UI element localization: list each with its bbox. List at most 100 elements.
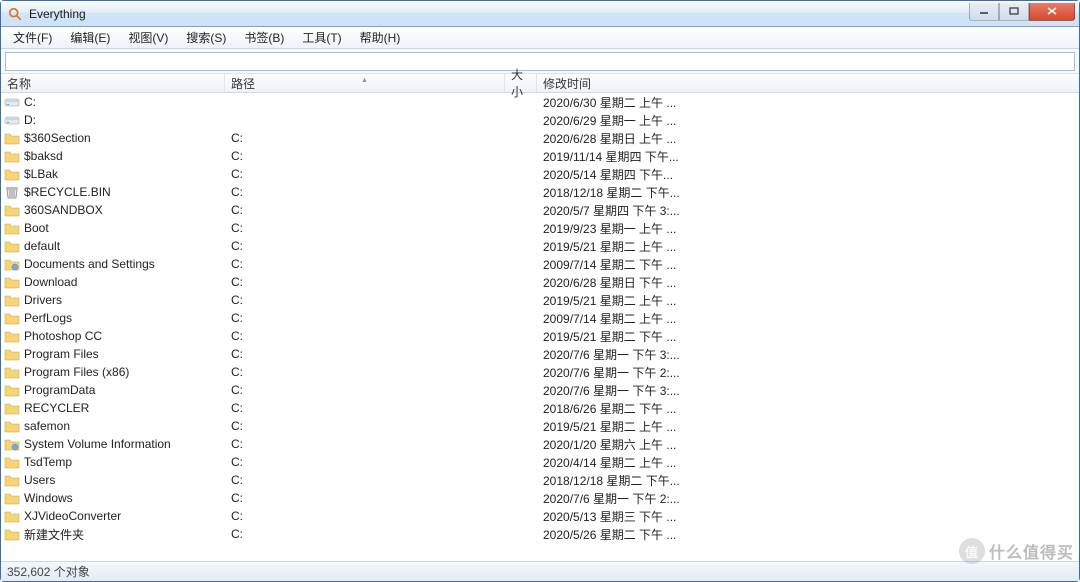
- cell-path: C:: [225, 347, 505, 361]
- cell-name: safemon: [1, 418, 225, 434]
- file-name: Documents and Settings: [24, 257, 155, 271]
- table-row[interactable]: 360SANDBOXC:2020/5/7 星期四 下午 3:...: [1, 201, 1079, 219]
- column-headers: 名称 路径 ▴ 大小 修改时间: [1, 73, 1079, 93]
- menu-file[interactable]: 文件(F): [5, 27, 60, 48]
- cell-path: C:: [225, 383, 505, 397]
- table-row[interactable]: $RECYCLE.BINC:2018/12/18 星期二 下午...: [1, 183, 1079, 201]
- folder-icon: [4, 130, 20, 146]
- cell-date: 2009/7/14 星期二 下午 ...: [537, 256, 1079, 273]
- table-row[interactable]: DriversC:2019/5/21 星期二 上午 ...: [1, 291, 1079, 309]
- menu-bookmarks[interactable]: 书签(B): [236, 27, 292, 48]
- cell-name: D:: [1, 112, 225, 128]
- file-name: Program Files (x86): [24, 365, 129, 379]
- table-row[interactable]: $360SectionC:2020/6/28 星期日 上午 ...: [1, 129, 1079, 147]
- column-path[interactable]: 路径 ▴: [225, 74, 505, 92]
- cell-date: 2020/4/14 星期二 上午 ...: [537, 454, 1079, 471]
- column-size[interactable]: 大小: [505, 74, 537, 92]
- cell-date: 2020/6/28 星期日 下午 ...: [537, 274, 1079, 291]
- cell-path: C:: [225, 527, 505, 541]
- cell-path: C:: [225, 329, 505, 343]
- table-row[interactable]: PerfLogsC:2009/7/14 星期二 上午 ...: [1, 309, 1079, 327]
- menu-edit[interactable]: 编辑(E): [62, 27, 118, 48]
- close-button[interactable]: [1029, 3, 1075, 21]
- minimize-button[interactable]: [969, 3, 999, 21]
- folder-icon: [4, 364, 20, 380]
- app-window: Everything 文件(F) 编辑(E) 视图(V) 搜索(S) 书签(B)…: [0, 0, 1080, 582]
- table-row[interactable]: C:2020/6/30 星期二 上午 ...: [1, 93, 1079, 111]
- table-row[interactable]: Program FilesC:2020/7/6 星期一 下午 3:...: [1, 345, 1079, 363]
- table-row[interactable]: Documents and SettingsC:2009/7/14 星期二 下午…: [1, 255, 1079, 273]
- folder-icon: [4, 526, 20, 542]
- folder-icon: [4, 418, 20, 434]
- menu-view[interactable]: 视图(V): [120, 27, 176, 48]
- menu-search[interactable]: 搜索(S): [178, 27, 234, 48]
- menu-help[interactable]: 帮助(H): [352, 27, 409, 48]
- drive-icon: [4, 112, 20, 128]
- table-row[interactable]: D:2020/6/29 星期一 上午 ...: [1, 111, 1079, 129]
- cell-date: 2019/9/23 星期一 上午 ...: [537, 220, 1079, 237]
- cell-name: RECYCLER: [1, 400, 225, 416]
- file-name: TsdTemp: [24, 455, 72, 469]
- table-row[interactable]: TsdTempC:2020/4/14 星期二 上午 ...: [1, 453, 1079, 471]
- sys-icon: [4, 256, 20, 272]
- table-row[interactable]: DownloadC:2020/6/28 星期日 下午 ...: [1, 273, 1079, 291]
- cell-name: Program Files: [1, 346, 225, 362]
- title-bar[interactable]: Everything: [1, 1, 1079, 27]
- cell-date: 2020/5/7 星期四 下午 3:...: [537, 202, 1079, 219]
- bin-icon: [4, 184, 20, 200]
- file-list[interactable]: C:2020/6/30 星期二 上午 ...D:2020/6/29 星期一 上午…: [1, 93, 1079, 561]
- column-path-label: 路径: [231, 75, 255, 92]
- table-row[interactable]: defaultC:2019/5/21 星期二 上午 ...: [1, 237, 1079, 255]
- table-row[interactable]: WindowsC:2020/7/6 星期一 下午 2:...: [1, 489, 1079, 507]
- folder-icon: [4, 490, 20, 506]
- cell-name: Windows: [1, 490, 225, 506]
- status-bar: 352,602 个对象: [1, 561, 1079, 581]
- cell-name: $360Section: [1, 130, 225, 146]
- table-row[interactable]: UsersC:2018/12/18 星期二 下午...: [1, 471, 1079, 489]
- cell-name: $baksd: [1, 148, 225, 164]
- cell-date: 2020/7/6 星期一 下午 3:...: [537, 382, 1079, 399]
- cell-path: C:: [225, 473, 505, 487]
- cell-date: 2019/5/21 星期二 上午 ...: [537, 238, 1079, 255]
- file-name: System Volume Information: [24, 437, 171, 451]
- search-input[interactable]: [5, 52, 1075, 71]
- folder-icon: [4, 328, 20, 344]
- cell-path: C:: [225, 419, 505, 433]
- search-bar: [1, 49, 1079, 73]
- table-row[interactable]: XJVideoConverterC:2020/5/13 星期三 下午 ...: [1, 507, 1079, 525]
- file-name: $RECYCLE.BIN: [24, 185, 111, 199]
- menu-tools[interactable]: 工具(T): [294, 27, 349, 48]
- folder-icon: [4, 166, 20, 182]
- table-row[interactable]: Program Files (x86)C:2020/7/6 星期一 下午 2:.…: [1, 363, 1079, 381]
- column-name[interactable]: 名称: [1, 74, 225, 92]
- cell-name: Boot: [1, 220, 225, 236]
- table-row[interactable]: $baksdC:2019/11/14 星期四 下午...: [1, 147, 1079, 165]
- table-row[interactable]: 新建文件夹C:2020/5/26 星期二 下午 ...: [1, 525, 1079, 543]
- folder-icon: [4, 238, 20, 254]
- folder-icon: [4, 382, 20, 398]
- table-row[interactable]: BootC:2019/9/23 星期一 上午 ...: [1, 219, 1079, 237]
- cell-name: Download: [1, 274, 225, 290]
- file-name: Drivers: [24, 293, 62, 307]
- table-row[interactable]: RECYCLERC:2018/6/26 星期二 下午 ...: [1, 399, 1079, 417]
- table-row[interactable]: System Volume InformationC:2020/1/20 星期六…: [1, 435, 1079, 453]
- maximize-button[interactable]: [999, 3, 1029, 21]
- column-date[interactable]: 修改时间: [537, 74, 1079, 92]
- cell-date: 2020/7/6 星期一 下午 2:...: [537, 364, 1079, 381]
- file-name: $baksd: [24, 149, 63, 163]
- cell-name: XJVideoConverter: [1, 508, 225, 524]
- cell-name: 360SANDBOX: [1, 202, 225, 218]
- cell-name: ProgramData: [1, 382, 225, 398]
- table-row[interactable]: Photoshop CCC:2019/5/21 星期二 下午 ...: [1, 327, 1079, 345]
- cell-date: 2020/5/13 星期三 下午 ...: [537, 508, 1079, 525]
- folder-icon: [4, 220, 20, 236]
- table-row[interactable]: ProgramDataC: 2020/7/6 星期一 下午 3:...: [1, 381, 1079, 399]
- table-row[interactable]: $LBakC:2020/5/14 星期四 下午...: [1, 165, 1079, 183]
- folder-icon: [4, 472, 20, 488]
- cell-date: 2018/6/26 星期二 下午 ...: [537, 400, 1079, 417]
- folder-icon: [4, 202, 20, 218]
- folder-icon: [4, 346, 20, 362]
- cell-name: Program Files (x86): [1, 364, 225, 380]
- menu-bar: 文件(F) 编辑(E) 视图(V) 搜索(S) 书签(B) 工具(T) 帮助(H…: [1, 27, 1079, 49]
- table-row[interactable]: safemonC:2019/5/21 星期二 上午 ...: [1, 417, 1079, 435]
